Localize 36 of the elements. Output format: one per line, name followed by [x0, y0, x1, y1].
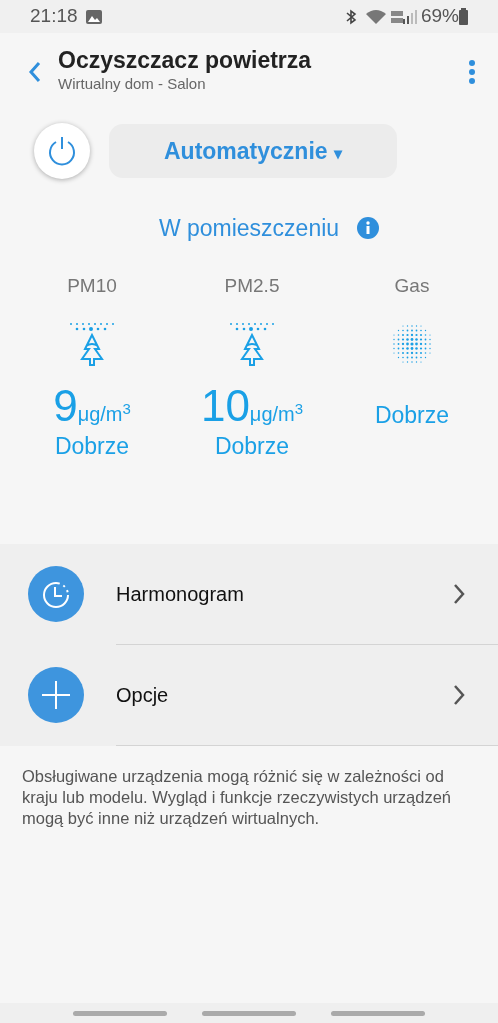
image-icon — [85, 9, 102, 24]
particles-icon — [228, 321, 276, 367]
power-icon — [46, 135, 78, 167]
unit-text: μg/m$^{3}$ — [249, 399, 304, 427]
status-text: Dobrze — [214, 432, 290, 461]
battery-icon — [459, 8, 468, 25]
screen-title: Oczyszczacz powietrza — [58, 47, 313, 73]
sensor-value: 10 — [200, 384, 250, 428]
battery-text: 69% — [420, 4, 459, 29]
back-button[interactable] — [28, 59, 42, 84]
sensor-label: Gas — [394, 273, 430, 298]
nav-handle[interactable] — [202, 1010, 296, 1016]
status-text: Dobrze — [374, 401, 450, 430]
power-button[interactable] — [34, 123, 90, 179]
back-icon — [28, 59, 42, 84]
clock-text: 21:18 — [30, 4, 78, 29]
screen-subtitle: Wirtualny dom - Salon — [58, 73, 207, 94]
particles-icon — [68, 321, 116, 367]
signal-icon — [402, 8, 417, 25]
more-icon — [468, 58, 476, 85]
nav-handle[interactable] — [331, 1010, 426, 1016]
unit-text: μg/m$^{3}$ — [77, 399, 131, 427]
plus-icon — [40, 678, 72, 711]
status-text: Dobrze — [54, 432, 130, 461]
nav-handle[interactable] — [72, 1010, 167, 1016]
sensor-label: PM2.5 — [224, 273, 280, 298]
disclaimer-text: Obsługiwane urządzenia mogą różnić się w zależności od kraju lub modelu. Wygląd i funkcje rzeczywistych urządzeń mogą być inne niż urządzeń wirtualnych. — [21, 765, 453, 830]
more-button[interactable] — [468, 58, 476, 85]
bluetooth-icon — [344, 8, 357, 25]
caret-icon: ▾ — [334, 144, 342, 162]
gas-icon — [390, 322, 434, 366]
info-icon[interactable] — [357, 217, 380, 240]
sensor-label: PM10 — [67, 273, 117, 298]
sensor-value: 9 — [53, 384, 78, 428]
wifi-icon — [364, 8, 387, 25]
section-title: W pomieszczeniu — [158, 214, 340, 243]
